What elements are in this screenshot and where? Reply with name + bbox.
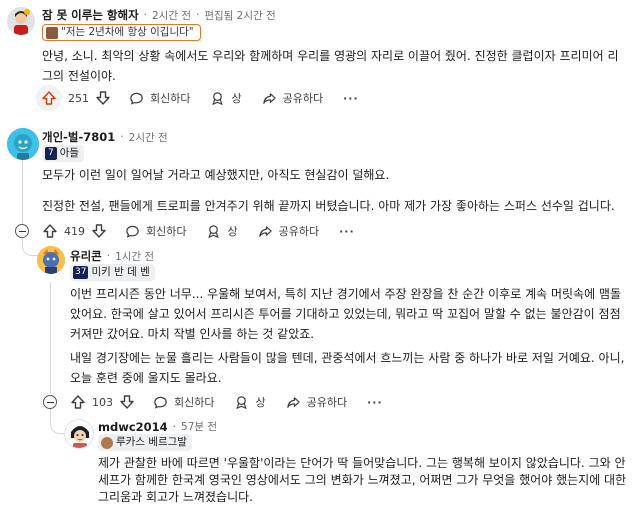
user-flair: 37 미키 반 데 벤 [70, 264, 155, 281]
upvote-icon [42, 91, 56, 105]
username[interactable]: mdwc2014 [98, 420, 168, 434]
comment-header: mdwc2014 · 57분 전 [98, 419, 218, 434]
share-button[interactable]: 공유하다 [258, 223, 319, 239]
edited-label: 편집됨 2시간 전 [204, 9, 276, 22]
comment-icon [154, 396, 167, 409]
collapse-thread-button[interactable] [43, 395, 57, 409]
avatar-image [7, 128, 39, 160]
comment-header: 개인-벌-7801 · 2시간 전 [42, 129, 168, 145]
award-icon [208, 224, 220, 238]
avatar-image [7, 7, 35, 35]
vote-box: 103 [70, 394, 135, 410]
avatar[interactable] [64, 419, 94, 449]
avatar-image [37, 246, 65, 274]
upvote-icon[interactable] [42, 223, 58, 239]
user-flair: 7 아들 [42, 145, 85, 162]
vote-box: 419 [42, 223, 107, 239]
flair-number: 7 [45, 147, 57, 160]
more-options-button[interactable]: ··· [367, 396, 383, 409]
comment-icon [130, 92, 143, 105]
upvote-icon[interactable] [70, 394, 86, 410]
username[interactable]: 잠 못 이루는 항해자 [42, 7, 139, 23]
award-button[interactable]: 상 [206, 223, 238, 239]
vote-count: 419 [64, 224, 85, 238]
username[interactable]: 유리콘 [70, 248, 102, 264]
comment-body: 이번 프리시즌 동안 너무... 우울해 보여서, 특히 지난 경기에서 주장 … [70, 287, 622, 341]
comment-body: 내일 경기장에는 눈물 흘리는 사람들이 많을 텐데, 관중석에서 흐느끼는 사… [70, 351, 625, 385]
award-button[interactable]: 상 [210, 90, 242, 106]
more-options-button[interactable]: ··· [339, 225, 355, 238]
comment-actions: 251 회신하다 상 공유하다 ··· [36, 85, 379, 111]
comment-icon [126, 225, 139, 238]
award-button[interactable]: 상 [234, 394, 266, 410]
collapse-thread-button[interactable] [15, 224, 29, 238]
timestamp[interactable]: 2시간 전 [129, 130, 168, 145]
username[interactable]: 개인-벌-7801 [42, 129, 115, 145]
flair-icon [101, 436, 113, 449]
share-icon [286, 396, 300, 408]
comment-header: 유리콘 · 1시간 전 [70, 248, 155, 264]
vote-count: 251 [68, 91, 89, 105]
downvote-icon[interactable] [91, 223, 107, 239]
downvote-icon[interactable] [119, 394, 135, 410]
avatar[interactable] [7, 128, 39, 160]
thread-line [22, 160, 23, 232]
reply-button[interactable]: 회신하다 [125, 223, 186, 239]
flair-number: 37 [73, 266, 89, 279]
vote-box: 251 [36, 85, 111, 111]
award-icon [236, 395, 248, 409]
avatar[interactable] [37, 246, 65, 274]
reply-button[interactable]: 회신하다 [129, 90, 190, 106]
user-flair: "저는 2년차에 항상 이깁니다" [42, 24, 201, 41]
vote-count: 103 [92, 395, 113, 409]
thread-line [50, 282, 51, 394]
avatar-image [65, 420, 93, 448]
user-flair: 루카스 베르그발 [98, 434, 192, 451]
timestamp[interactable]: 57분 전 [181, 419, 217, 434]
reply-button[interactable]: 회신하다 [153, 394, 214, 410]
comment-actions: 103 회신하다 상 공유하다 ··· [70, 390, 403, 414]
more-icon: ··· [367, 395, 383, 409]
comment-body: 제가 관찰한 바에 따르면 '우울함'이라는 단어가 딱 들어맞습니다. 그는 … [98, 456, 627, 504]
comment-body: 진정한 전설, 팬들에게 트로피를 안겨주기 위해 끝까지 버텼습니다. 아마 … [42, 199, 615, 213]
upvote-button[interactable] [36, 85, 62, 111]
timestamp[interactable]: 1시간 전 [115, 249, 154, 264]
share-button[interactable]: 공유하다 [286, 394, 347, 410]
comment-body: 안녕, 소니. 최악의 상황 속에서도 우리와 함께하며 우리를 영광의 자리로… [42, 49, 619, 83]
comment-body: 모두가 이런 일이 일어날 거라고 예상했지만, 아직도 현실감이 덜해요. [42, 168, 390, 182]
avatar[interactable] [7, 7, 35, 35]
award-icon [212, 91, 224, 105]
flair-icon [46, 26, 58, 39]
comment-header: 잠 못 이루는 항해자 · 2시간 전 · 편집됨 2시간 전 [42, 7, 276, 23]
comment-actions: 419 회신하다 상 공유하다 ··· [42, 219, 375, 243]
more-icon: ··· [339, 224, 355, 238]
share-button[interactable]: 공유하다 [262, 90, 323, 106]
share-icon [258, 225, 272, 237]
timestamp[interactable]: 2시간 전 [152, 8, 191, 23]
downvote-icon[interactable] [95, 90, 111, 106]
more-icon: ··· [343, 91, 359, 105]
share-icon [262, 92, 276, 104]
more-options-button[interactable]: ··· [343, 92, 359, 105]
